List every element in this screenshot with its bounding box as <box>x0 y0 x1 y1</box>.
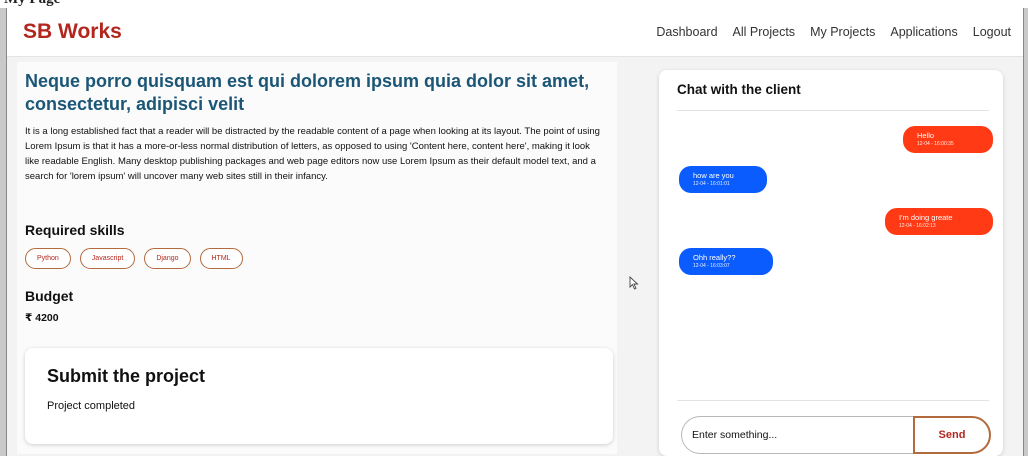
message-text: I'm doing greate <box>899 213 953 222</box>
skill-badge-javascript: Javascript <box>79 248 136 269</box>
message-timestamp: 12-04 - 16:02:13 <box>899 223 936 229</box>
nav-dashboard[interactable]: Dashboard <box>656 25 717 39</box>
chat-panel: Chat with the client Hello 12-04 - 16:00… <box>659 70 1003 456</box>
top-caption-text: My Page <box>4 0 60 8</box>
submit-title: Submit the project <box>47 366 206 386</box>
skill-badge-django: Django <box>144 248 191 269</box>
message-timestamp: 12-04 - 16:00:35 <box>917 141 954 147</box>
project-title: Neque porro quisquam est qui dolorem ips… <box>25 71 590 114</box>
message-text: Ohh really?? <box>693 253 736 262</box>
app-logo[interactable]: SB Works <box>23 20 122 44</box>
nav-logout[interactable]: Logout <box>973 25 1011 39</box>
nav-my-projects[interactable]: My Projects <box>810 25 875 39</box>
project-description: It is a long established fact that a rea… <box>25 126 600 182</box>
chat-input-divider <box>677 400 989 401</box>
send-button[interactable]: Send <box>913 416 991 454</box>
message-timestamp: 12-04 - 16:01:01 <box>693 181 730 187</box>
nav-links: Dashboard All Projects My Projects Appli… <box>656 25 1011 39</box>
skill-badge-python: Python <box>25 248 71 269</box>
skill-badge-html: HTML <box>199 248 243 269</box>
chat-message-incoming: how are you 12-04 - 16:01:01 <box>679 166 767 193</box>
browser-viewport: SB Works Dashboard All Projects My Proje… <box>6 8 1024 456</box>
mouse-cursor-icon <box>629 276 639 290</box>
budget-heading: Budget <box>25 288 74 304</box>
message-text: Hello <box>917 131 935 140</box>
nav-applications[interactable]: Applications <box>890 25 957 39</box>
chat-message-outgoing: I'm doing greate 12-04 - 16:02:13 <box>885 208 993 235</box>
chat-divider <box>677 110 989 111</box>
chat-message-incoming: Ohh really?? 12-04 - 16:03:07 <box>679 248 773 275</box>
chat-message-outgoing: Hello 12-04 - 16:00:35 <box>903 126 993 153</box>
submit-project-card: Submit the project Project completed <box>25 348 613 444</box>
budget-value: ₹ 4200 <box>25 312 59 324</box>
message-text: how are you <box>693 171 734 180</box>
project-details: Neque porro quisquam est qui dolorem ips… <box>17 62 617 454</box>
submit-status: Project completed <box>47 400 136 412</box>
nav-all-projects[interactable]: All Projects <box>733 25 796 39</box>
message-timestamp: 12-04 - 16:03:07 <box>693 263 730 269</box>
skills-heading: Required skills <box>25 222 125 238</box>
skills-list: Python Javascript Django HTML <box>25 248 243 269</box>
top-caption: My Page <box>0 0 1028 8</box>
chat-title: Chat with the client <box>677 82 801 97</box>
navbar: SB Works Dashboard All Projects My Proje… <box>7 8 1023 57</box>
chat-message-input[interactable] <box>681 416 913 454</box>
